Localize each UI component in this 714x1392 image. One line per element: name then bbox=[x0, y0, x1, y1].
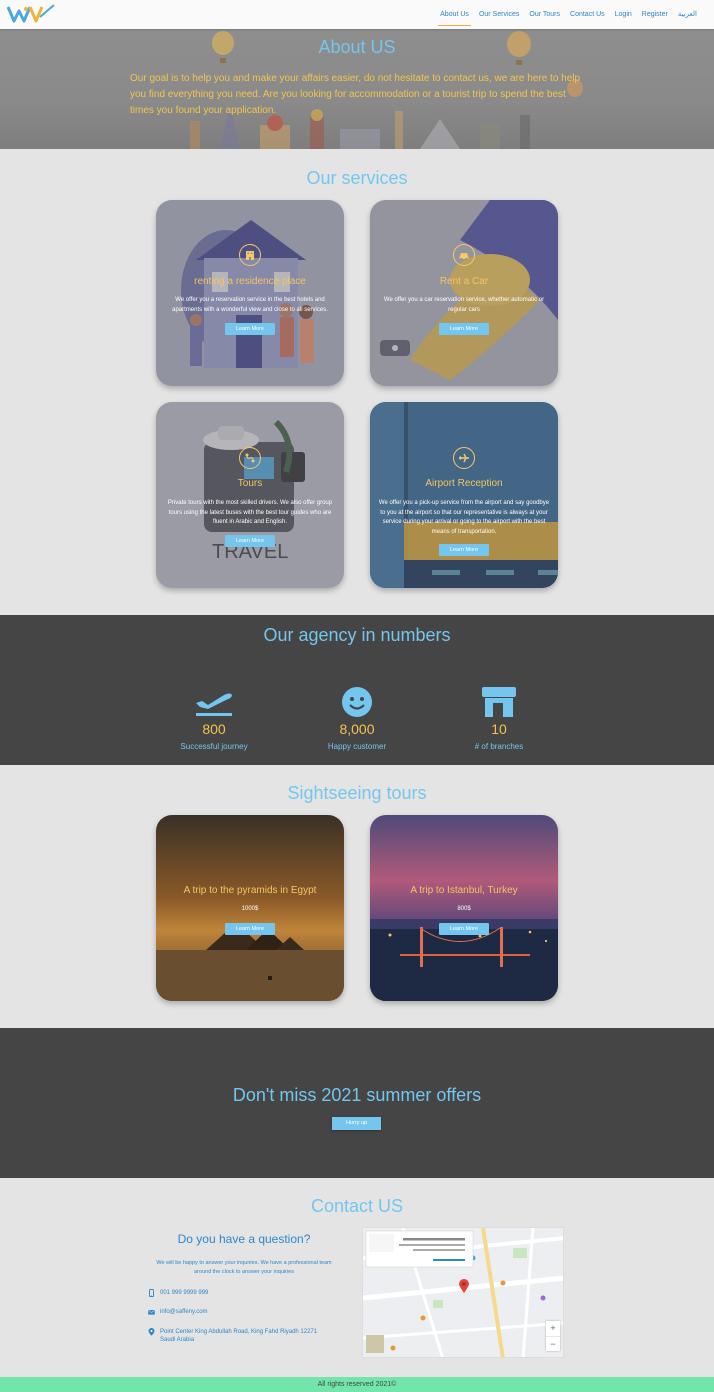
plane-icon bbox=[453, 447, 475, 469]
address-text: Point Center King Abdullah Road, King Fa… bbox=[160, 1329, 318, 1343]
service-card-residence: renting a residence place We offer you a… bbox=[156, 200, 344, 386]
service-title: Tours bbox=[237, 478, 263, 489]
contact-address: Point Center King Abdullah Road, King Fa… bbox=[148, 1328, 333, 1344]
footer: All rights reserved 2021© bbox=[0, 1377, 714, 1392]
phone-number[interactable]: 001 999 9999 999 bbox=[160, 1289, 208, 1297]
plane-departure-icon bbox=[144, 685, 284, 719]
stat-label: Happy customer bbox=[327, 742, 387, 751]
learn-more-button[interactable]: Learn More bbox=[225, 923, 275, 935]
nav-register[interactable]: Register bbox=[637, 0, 673, 29]
building-icon bbox=[239, 244, 261, 266]
service-description: We offer you a pick-up service from the … bbox=[378, 500, 550, 535]
map-marker-icon[interactable] bbox=[459, 1279, 469, 1293]
tour-title: A trip to the pyramids in Egypt bbox=[183, 885, 317, 896]
about-text: Our goal is to help you and make your af… bbox=[130, 73, 581, 116]
about-hero: About US Our goal is to help you and mak… bbox=[0, 29, 714, 149]
tour-card-istanbul: A trip to Istanbul, Turkey 800$ Learn Mo… bbox=[370, 815, 558, 1001]
stat-customers: 8,000 Happy customer bbox=[287, 685, 427, 751]
zoom-in-button[interactable]: + bbox=[546, 1321, 560, 1336]
map-pin-icon bbox=[148, 1328, 155, 1336]
question-heading: Do you have a question? bbox=[177, 1232, 311, 1246]
tour-price: 800$ bbox=[457, 906, 471, 912]
services-title: Our services bbox=[306, 168, 408, 188]
map-zoom-controls: + − bbox=[546, 1321, 560, 1351]
hurry-up-button[interactable]: Hurry up bbox=[332, 1117, 381, 1130]
offer-section: Don't miss 2021 summer offers Hurry up bbox=[0, 1028, 714, 1178]
about-title: About US bbox=[318, 37, 396, 57]
site-logo[interactable] bbox=[6, 3, 56, 25]
learn-more-button[interactable]: Learn More bbox=[439, 544, 489, 556]
service-description: We offer you a car reservation service, … bbox=[383, 297, 545, 313]
stat-label: # of branches bbox=[474, 742, 524, 751]
contact-email: info@saffeny.com bbox=[148, 1308, 208, 1316]
tours-title: Sightseeing tours bbox=[287, 783, 427, 803]
numbers-section: Our agency in numbers 800 Successful jou… bbox=[0, 615, 714, 765]
contact-phone: 001 999 9999 999 bbox=[148, 1289, 208, 1297]
question-text: We will be happy to answer your inquirie… bbox=[156, 1260, 332, 1275]
car-icon bbox=[453, 244, 475, 266]
tour-title: A trip to Istanbul, Turkey bbox=[410, 885, 518, 896]
service-description: We offer you a reservation service in th… bbox=[172, 297, 328, 313]
nav-contact-us[interactable]: Contact Us bbox=[565, 0, 610, 29]
route-icon bbox=[239, 447, 261, 469]
service-title: Airport Reception bbox=[425, 478, 503, 489]
store-icon bbox=[429, 685, 569, 719]
offer-title: Don't miss 2021 summer offers bbox=[232, 1085, 482, 1105]
stat-journeys: 800 Successful journey bbox=[144, 685, 284, 751]
stat-value: 10 bbox=[491, 721, 507, 737]
learn-more-button[interactable]: Learn More bbox=[225, 535, 275, 547]
nav-links: About Us Our Services Our Tours Contact … bbox=[435, 0, 702, 29]
learn-more-button[interactable]: Learn More bbox=[439, 323, 489, 335]
tour-price: 1000$ bbox=[241, 906, 259, 912]
nav-our-services[interactable]: Our Services bbox=[474, 0, 524, 29]
nav-about-us[interactable]: About Us bbox=[435, 0, 474, 29]
stat-value: 800 bbox=[202, 721, 226, 737]
stat-label: Successful journey bbox=[180, 742, 248, 751]
map-tiles bbox=[363, 1228, 563, 1357]
service-card-airport: Airport Reception We offer you a pick-up… bbox=[370, 402, 558, 588]
service-description: Private tours with the most skilled driv… bbox=[167, 500, 333, 525]
smile-icon bbox=[287, 685, 427, 719]
learn-more-button[interactable]: Learn More bbox=[439, 923, 489, 935]
nav-login[interactable]: Login bbox=[610, 0, 637, 29]
service-card-tours: TRAVEL Tours Private tours with the most… bbox=[156, 402, 344, 588]
contact-title: Contact US bbox=[310, 1196, 404, 1216]
location-map[interactable]: + − bbox=[362, 1227, 564, 1358]
tour-card-egypt: A trip to the pyramids in Egypt 1000$ Le… bbox=[156, 815, 344, 1001]
service-title: Rent a Car bbox=[439, 276, 489, 287]
learn-more-button[interactable]: Learn More bbox=[225, 323, 275, 335]
nav-our-tours[interactable]: Our Tours bbox=[524, 0, 565, 29]
envelope-icon bbox=[148, 1310, 155, 1315]
navbar: About Us Our Services Our Tours Contact … bbox=[0, 0, 714, 29]
nav-language-arabic[interactable]: العربية bbox=[673, 0, 702, 29]
stat-branches: 10 # of branches bbox=[429, 685, 569, 751]
email-link[interactable]: info@saffeny.com bbox=[160, 1308, 208, 1316]
service-card-car: Rent a Car We offer you a car reservatio… bbox=[370, 200, 558, 386]
zoom-out-button[interactable]: − bbox=[546, 1336, 560, 1351]
numbers-title: Our agency in numbers bbox=[263, 625, 451, 645]
service-title: renting a residence place bbox=[194, 276, 306, 287]
stat-value: 8,000 bbox=[339, 721, 375, 737]
phone-icon bbox=[149, 1289, 154, 1297]
